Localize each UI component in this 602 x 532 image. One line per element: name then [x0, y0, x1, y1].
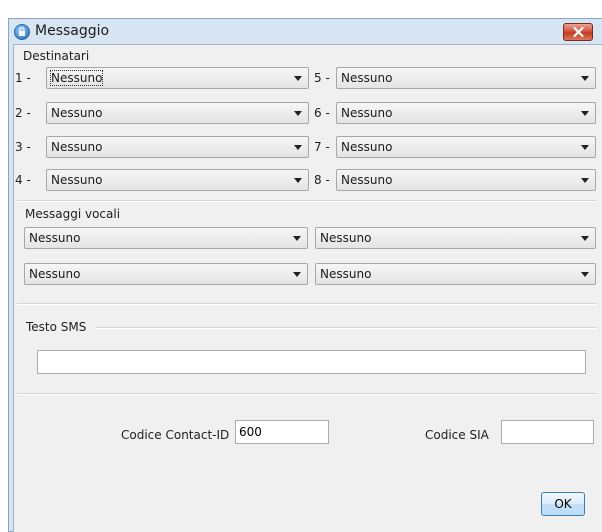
select-value: Nessuno	[320, 267, 372, 281]
messaggio-vocale-select-3[interactable]: Nessuno	[24, 263, 308, 285]
destinatario-number: 5 -	[314, 71, 330, 85]
destinatario-select-2[interactable]: Nessuno	[46, 102, 309, 124]
chevron-down-icon	[581, 272, 589, 277]
destinatario-select-8[interactable]: Nessuno	[336, 169, 596, 191]
sms-group-line	[96, 327, 597, 329]
contact-id-field[interactable]: 600	[235, 420, 329, 444]
lock-icon	[14, 24, 30, 40]
destinatario-select-3[interactable]: Nessuno	[46, 136, 309, 158]
destinatario-number: 8 -	[314, 173, 330, 187]
destinatario-select-5[interactable]: Nessuno	[336, 67, 596, 89]
contact-id-value: 600	[239, 425, 262, 439]
messaggio-vocale-select-1[interactable]: Nessuno	[24, 227, 308, 249]
sia-field[interactable]	[501, 420, 594, 444]
messaggio-vocale-select-4[interactable]: Nessuno	[315, 263, 596, 285]
select-value: Nessuno	[320, 231, 372, 245]
destinatario-select-6[interactable]: Nessuno	[336, 102, 596, 124]
select-value: Nessuno	[29, 267, 81, 281]
messaggi-vocali-label: Messaggi vocali	[25, 207, 121, 221]
destinatario-number: 6 -	[314, 106, 330, 120]
group-separator	[17, 303, 597, 305]
title-bar[interactable]: Messaggio	[9, 19, 602, 45]
select-value: Nessuno	[341, 140, 393, 154]
chevron-down-icon	[581, 145, 589, 150]
select-value: Nessuno	[51, 106, 103, 120]
destinatario-select-4[interactable]: Nessuno	[46, 169, 309, 191]
group-separator	[17, 393, 597, 395]
chevron-down-icon	[581, 178, 589, 183]
close-icon	[573, 27, 584, 37]
destinatario-select-1[interactable]: Nessuno	[46, 67, 309, 89]
ok-button[interactable]: OK	[541, 492, 585, 516]
select-value: Nessuno	[49, 70, 104, 86]
window-title: Messaggio	[35, 23, 110, 39]
group-separator	[17, 200, 597, 202]
destinatari-label: Destinatari	[23, 49, 90, 63]
chevron-down-icon	[581, 76, 589, 81]
sia-label: Codice SIA	[425, 428, 489, 442]
destinatario-number: 4 -	[15, 173, 31, 187]
select-value: Nessuno	[341, 173, 393, 187]
select-value: Nessuno	[51, 140, 103, 154]
chevron-down-icon	[293, 236, 301, 241]
sms-text-field[interactable]	[37, 350, 586, 374]
chevron-down-icon	[294, 76, 302, 81]
destinatario-number: 1 -	[15, 71, 31, 85]
select-value: Nessuno	[51, 173, 103, 187]
messaggio-vocale-select-2[interactable]: Nessuno	[315, 227, 596, 249]
select-value: Nessuno	[341, 106, 393, 120]
destinatario-number: 3 -	[15, 140, 31, 154]
chevron-down-icon	[293, 272, 301, 277]
testo-sms-label: Testo SMS	[26, 320, 87, 334]
chevron-down-icon	[294, 145, 302, 150]
select-value: Nessuno	[341, 71, 393, 85]
chevron-down-icon	[581, 236, 589, 241]
chevron-down-icon	[294, 111, 302, 116]
destinatario-number: 7 -	[314, 140, 330, 154]
destinatario-number: 2 -	[15, 106, 31, 120]
contact-id-label: Codice Contact-ID	[121, 428, 230, 442]
destinatario-select-7[interactable]: Nessuno	[336, 136, 596, 158]
close-button[interactable]	[563, 23, 593, 41]
select-value: Nessuno	[29, 231, 81, 245]
chevron-down-icon	[581, 111, 589, 116]
chevron-down-icon	[294, 178, 302, 183]
